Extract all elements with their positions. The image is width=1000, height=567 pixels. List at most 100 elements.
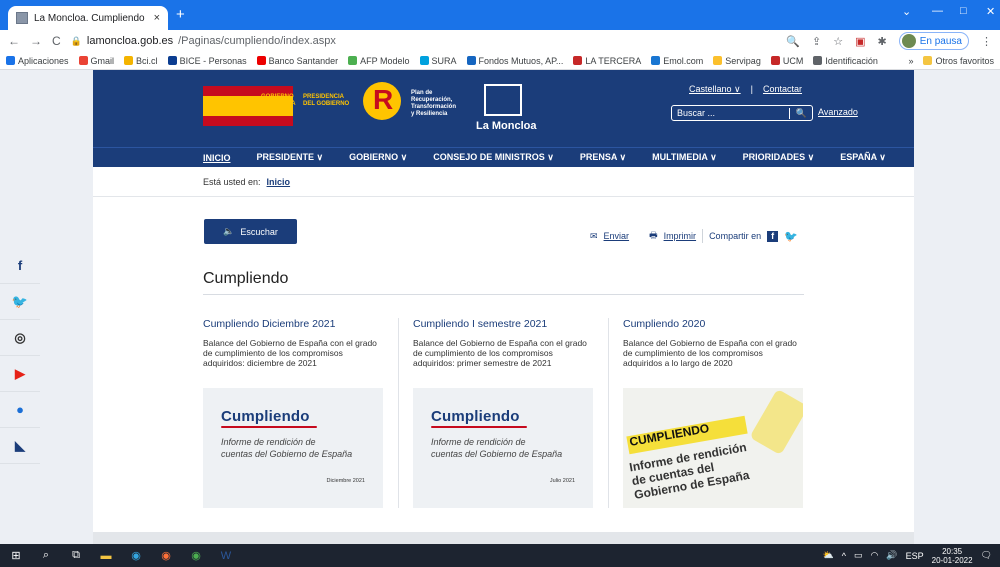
- task-view-icon[interactable]: ⧉: [68, 548, 84, 564]
- card-title[interactable]: Cumpliendo 2020: [623, 318, 803, 330]
- bookmark-item[interactable]: UCM: [770, 56, 803, 66]
- nav-item[interactable]: INICIO: [203, 153, 231, 163]
- bookmark-item[interactable]: BICE - Personas: [167, 56, 247, 66]
- report-card[interactable]: Cumpliendo Diciembre 2021 Balance del Go…: [203, 318, 383, 508]
- twitter-icon[interactable]: 🐦: [0, 284, 40, 320]
- report-cover-image[interactable]: Cumpliendo Informe de rendición de cuent…: [203, 388, 383, 508]
- bookmark-item[interactable]: LA TERCERA: [573, 56, 641, 66]
- bookmark-item[interactable]: AFP Modelo: [348, 56, 410, 66]
- extensions-icon[interactable]: ✱: [878, 35, 887, 48]
- language-selector[interactable]: Castellano ∨: [689, 84, 741, 95]
- facebook-icon[interactable]: f: [0, 248, 40, 284]
- zoom-icon[interactable]: 🔍: [786, 35, 800, 48]
- youtube-icon[interactable]: ▶: [0, 356, 40, 392]
- flickr-icon[interactable]: ●: [0, 392, 40, 428]
- reload-button[interactable]: C: [52, 34, 61, 48]
- url-field[interactable]: 🔒 lamoncloa.gob.es/Paginas/cumpliendo/in…: [71, 35, 336, 47]
- rss-icon[interactable]: ◣: [0, 428, 40, 464]
- wifi-icon[interactable]: ◠: [871, 550, 879, 561]
- bookmarks-bar: Aplicaciones Gmail Bci.cl BICE - Personas Ba…: [0, 52, 1000, 70]
- nav-item[interactable]: ESPAÑA ∨: [840, 152, 886, 163]
- highlighter-graphic: [749, 388, 803, 456]
- report-card[interactable]: Cumpliendo I semestre 2021 Balance del G…: [413, 318, 593, 508]
- print-link[interactable]: Imprimir: [664, 231, 697, 241]
- bookmark-item[interactable]: Identificación: [813, 56, 878, 66]
- card-description: Balance del Gobierno de España con el gr…: [623, 338, 797, 368]
- instagram-icon[interactable]: ◎: [0, 320, 40, 356]
- card-title[interactable]: Cumpliendo I semestre 2021: [413, 318, 593, 330]
- cover-underline: [221, 426, 317, 428]
- bookmark-item[interactable]: Bci.cl: [124, 56, 158, 66]
- nav-item[interactable]: PRESIDENTE ∨: [257, 152, 324, 163]
- bookmark-item[interactable]: Banco Santander: [256, 56, 338, 66]
- listen-button[interactable]: 🔈 Escuchar: [204, 219, 297, 244]
- card-title[interactable]: Cumpliendo Diciembre 2021: [203, 318, 383, 330]
- cover-date: Julio 2021: [549, 478, 575, 484]
- bookmark-item[interactable]: Gmail: [78, 56, 114, 66]
- contact-link[interactable]: Contactar: [763, 84, 802, 95]
- tab-search-icon[interactable]: ⌄: [902, 5, 911, 18]
- bookmark-item[interactable]: SURA: [419, 56, 457, 66]
- nav-item[interactable]: MULTIMEDIA ∨: [652, 152, 717, 163]
- back-button[interactable]: ←: [8, 34, 20, 48]
- word-icon[interactable]: W: [218, 548, 234, 564]
- minimize-button[interactable]: —: [932, 5, 943, 17]
- divider: [702, 229, 704, 243]
- nav-item[interactable]: PRIORIDADES ∨: [743, 152, 815, 163]
- cover-subtitle: Informe de rendición de: [221, 437, 316, 447]
- report-cover-image[interactable]: CUMPLIENDO Informe de rendición de cuenta…: [623, 388, 803, 508]
- send-link[interactable]: Enviar: [604, 231, 630, 241]
- speaker-icon: 🔈: [223, 226, 235, 236]
- bookmarks-overflow-icon[interactable]: »: [908, 56, 913, 66]
- search-icon[interactable]: ⌕: [38, 548, 54, 564]
- edge-icon[interactable]: ◉: [128, 548, 144, 564]
- pdf-extension-icon[interactable]: ▣: [855, 35, 865, 48]
- weather-icon[interactable]: ⛅: [823, 550, 834, 561]
- printer-icon: 🖶: [649, 230, 658, 240]
- bookmark-favicon-icon: [713, 56, 723, 65]
- profile-button[interactable]: En pausa: [898, 32, 969, 50]
- search-icon[interactable]: 🔍: [788, 107, 807, 119]
- firefox-icon[interactable]: ◉: [158, 548, 174, 564]
- bookmark-item[interactable]: Servipag: [713, 56, 761, 66]
- new-tab-button[interactable]: +: [176, 6, 185, 23]
- bookmark-item[interactable]: Emol.com: [651, 56, 703, 66]
- tab-close-icon[interactable]: ×: [154, 12, 160, 24]
- input-language[interactable]: ESP: [906, 551, 924, 561]
- menu-icon[interactable]: ⋮: [981, 35, 992, 48]
- advanced-search-link[interactable]: Avanzado: [818, 107, 858, 117]
- card-description: Balance del Gobierno de España con el gr…: [203, 338, 377, 368]
- forward-button[interactable]: →: [30, 34, 42, 48]
- windows-start-icon[interactable]: ⊞: [8, 548, 24, 564]
- bookmark-star-icon[interactable]: ☆: [833, 35, 843, 48]
- nav-item[interactable]: PRENSA ∨: [580, 152, 626, 163]
- breadcrumb-home-link[interactable]: Inicio: [267, 177, 291, 187]
- report-card[interactable]: Cumpliendo 2020 Balance del Gobierno de …: [623, 318, 803, 508]
- search-input[interactable]: Buscar ... 🔍: [671, 105, 813, 121]
- chrome-icon[interactable]: ◉: [188, 548, 204, 564]
- lock-icon: 🔒: [70, 35, 82, 46]
- moncloa-title[interactable]: La Moncloa: [476, 120, 537, 132]
- notifications-icon[interactable]: 🗨: [981, 550, 992, 561]
- volume-icon[interactable]: 🔊: [886, 550, 897, 561]
- share-icon[interactable]: ⇪: [812, 35, 821, 48]
- tray-chevron-icon[interactable]: ^: [842, 551, 846, 561]
- close-window-button[interactable]: ✕: [986, 5, 995, 18]
- facebook-share-icon[interactable]: f: [767, 230, 779, 242]
- bookmark-item[interactable]: Aplicaciones: [6, 56, 69, 66]
- cover-subtitle: cuentas del Gobierno de España: [431, 449, 563, 459]
- moncloa-logo[interactable]: [484, 84, 522, 116]
- clock[interactable]: 20:35 20-01-2022: [932, 547, 973, 565]
- recovery-plan-logo[interactable]: [363, 82, 401, 120]
- battery-icon[interactable]: ▭: [854, 550, 863, 561]
- bookmark-item[interactable]: Fondos Mutuos, AP...: [466, 56, 563, 66]
- maximize-button[interactable]: □: [960, 5, 967, 17]
- bookmark-favicon-icon: [256, 56, 266, 65]
- browser-tab[interactable]: La Moncloa. Cumpliendo ×: [8, 6, 168, 30]
- twitter-share-icon[interactable]: 🐦: [784, 230, 798, 243]
- file-explorer-icon[interactable]: ▬: [98, 548, 114, 564]
- bookmark-other-folder[interactable]: Otros favoritos: [923, 56, 994, 66]
- report-cover-image[interactable]: Cumpliendo Informe de rendición de cuent…: [413, 388, 593, 508]
- nav-item[interactable]: CONSEJO DE MINISTROS ∨: [433, 152, 554, 163]
- nav-item[interactable]: GOBIERNO ∨: [349, 152, 407, 163]
